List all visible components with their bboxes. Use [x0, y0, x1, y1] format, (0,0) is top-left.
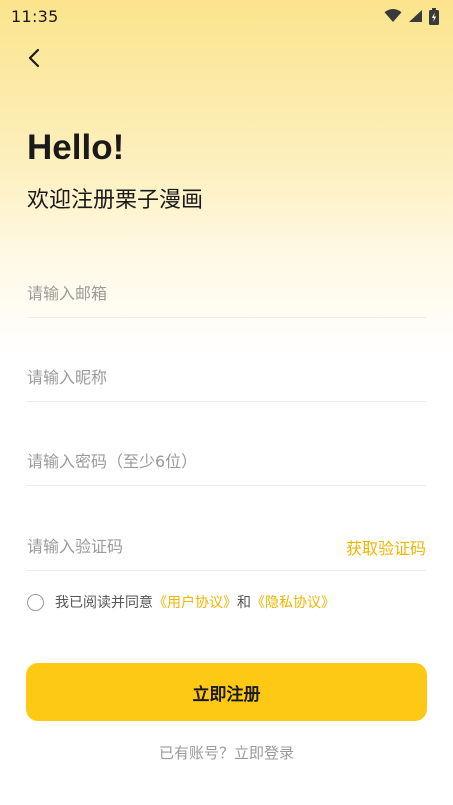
- status-bar: 11:35: [0, 0, 453, 32]
- get-code-button[interactable]: 获取验证码: [346, 535, 426, 559]
- password-input[interactable]: [27, 452, 307, 471]
- agreement-and: 和: [237, 595, 251, 611]
- register-button[interactable]: 立即注册: [26, 663, 427, 721]
- signal-icon: [409, 10, 422, 22]
- welcome-subtitle: 欢迎注册栗子漫画: [27, 188, 204, 213]
- nickname-input[interactable]: [27, 368, 307, 387]
- login-row: 已有账号？立即登录: [0, 742, 453, 763]
- wifi-icon: [384, 9, 402, 22]
- verification-code-input[interactable]: [27, 537, 307, 556]
- back-button[interactable]: [20, 44, 48, 72]
- login-link[interactable]: 已有账号？立即登录: [159, 744, 294, 762]
- code-field-row: 获取验证码: [27, 523, 426, 571]
- greeting-title: Hello!: [27, 128, 125, 167]
- battery-charging-icon: [429, 7, 439, 25]
- status-time: 11:35: [11, 6, 59, 26]
- privacy-agreement-link[interactable]: 《隐私协议》: [251, 592, 335, 612]
- status-icons: [384, 7, 439, 25]
- password-field-row: [27, 438, 426, 486]
- user-agreement-link[interactable]: 《用户协议》: [153, 592, 237, 612]
- agreement-prefix: 我已阅读并同意: [55, 595, 153, 611]
- agreement-checkbox[interactable]: [27, 593, 44, 611]
- email-input[interactable]: [27, 284, 307, 303]
- agreement-row: 我已阅读并同意 《用户协议》 和 《隐私协议》: [27, 591, 335, 613]
- email-field-row: [27, 270, 426, 318]
- nickname-field-row: [27, 354, 426, 402]
- chevron-left-icon: [28, 48, 40, 68]
